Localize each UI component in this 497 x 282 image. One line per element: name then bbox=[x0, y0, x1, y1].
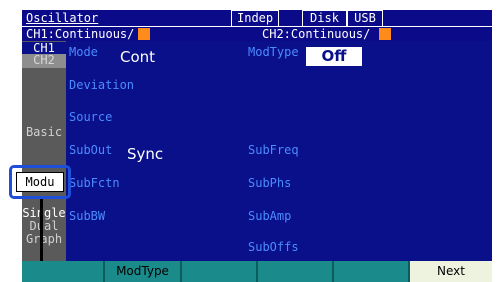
softkey-next[interactable]: Next bbox=[410, 261, 492, 282]
left-tab-column: CH1 CH2 Basic Single Dual Graph bbox=[22, 41, 66, 261]
softkey-bar: ModType Next bbox=[22, 261, 492, 282]
channel-status-strip: CH1:Continuous/ CH2:Continuous/ bbox=[22, 27, 492, 41]
oscillator-screen: Oscillator Indep Disk USB CH1:Continuous… bbox=[0, 0, 497, 282]
mode-value[interactable]: Cont bbox=[120, 48, 155, 66]
disk-indicator: Disk bbox=[302, 10, 347, 27]
title-bar: Oscillator Indep Disk USB bbox=[22, 10, 492, 27]
mode-label[interactable]: Mode bbox=[69, 45, 98, 59]
source-label[interactable]: Source bbox=[69, 110, 112, 124]
subout-label[interactable]: SubOut bbox=[69, 143, 112, 157]
screen-title: Oscillator bbox=[26, 11, 99, 25]
usb-indicator: USB bbox=[347, 10, 383, 27]
ch2-output-indicator bbox=[379, 28, 391, 40]
ch2-status: CH2:Continuous/ bbox=[262, 27, 371, 41]
softkey-4[interactable] bbox=[258, 261, 334, 282]
softkey-3[interactable] bbox=[182, 261, 258, 282]
subamp-label[interactable]: SubAmp bbox=[248, 209, 291, 223]
modtype-value[interactable]: Off bbox=[306, 47, 362, 66]
tab-dual-graph[interactable]: Dual Graph bbox=[22, 220, 66, 246]
subfctn-label[interactable]: SubFctn bbox=[69, 176, 120, 190]
subphs-label[interactable]: SubPhs bbox=[248, 176, 291, 190]
modu-highlight-ring bbox=[9, 165, 71, 199]
indep-mode-indicator: Indep bbox=[231, 10, 280, 27]
softkey-modtype[interactable]: ModType bbox=[105, 261, 182, 282]
modtype-label[interactable]: ModType bbox=[248, 45, 299, 59]
tab-ch2[interactable]: CH2 bbox=[22, 54, 66, 68]
suboffs-label[interactable]: SubOffs bbox=[248, 240, 299, 254]
subfreq-label[interactable]: SubFreq bbox=[248, 143, 299, 157]
parameter-panel: Mode Cont Deviation Source SubOut Sync S… bbox=[22, 41, 492, 261]
tab-basic[interactable]: Basic bbox=[22, 126, 66, 139]
softkey-1[interactable] bbox=[22, 261, 105, 282]
deviation-label[interactable]: Deviation bbox=[69, 78, 134, 92]
ch1-output-indicator bbox=[138, 28, 150, 40]
subout-value[interactable]: Sync bbox=[127, 145, 163, 163]
ch1-status: CH1:Continuous/ bbox=[26, 27, 135, 41]
subbw-label[interactable]: SubBW bbox=[69, 209, 105, 223]
softkey-5[interactable] bbox=[334, 261, 410, 282]
